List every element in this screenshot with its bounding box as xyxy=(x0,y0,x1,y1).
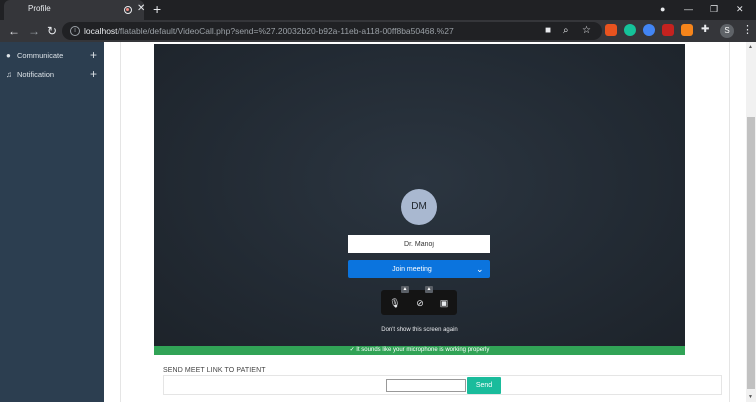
media-controls: 🎙 ▲ ⊘ ▲ ▣ xyxy=(381,286,457,315)
microphone-status-banner: ✓ It sounds like your microphone is work… xyxy=(154,346,685,355)
extensions-icon[interactable]: ✚ xyxy=(701,24,709,36)
extension-4-icon[interactable] xyxy=(662,24,674,36)
reload-icon[interactable]: ↻ xyxy=(47,23,57,39)
sidebar-item-communicate[interactable]: ● Communicate + xyxy=(0,47,104,65)
extension-1-icon[interactable] xyxy=(605,24,617,36)
join-meeting-label: Join meeting xyxy=(392,266,432,273)
chat-icon: ● xyxy=(6,51,11,60)
dont-show-again-link[interactable]: Don't show this screen again xyxy=(154,327,685,333)
browser-tab-strip: Profile ✕ + ● — ❐ ✕ xyxy=(0,0,756,20)
tab-title: Profile xyxy=(28,4,51,13)
close-window-button[interactable]: ✕ xyxy=(736,3,744,15)
background-icon[interactable]: ▣ xyxy=(436,296,452,310)
site-info-icon[interactable]: i xyxy=(70,26,80,36)
minimize-button[interactable]: — xyxy=(684,3,693,15)
metamask-icon[interactable] xyxy=(681,24,693,36)
expand-icon[interactable]: + xyxy=(90,67,97,81)
microphone-icon[interactable]: 🎙 xyxy=(387,296,403,310)
send-link-row: Send xyxy=(163,375,722,395)
patient-link-input[interactable] xyxy=(386,379,466,392)
new-tab-button[interactable]: + xyxy=(153,1,161,17)
scroll-down-icon[interactable]: ▼ xyxy=(748,394,753,400)
star-icon[interactable]: ☆ xyxy=(582,25,591,37)
sidebar-item-notification[interactable]: ♫ Notification + xyxy=(0,66,104,84)
extension-3-icon[interactable] xyxy=(643,24,655,36)
send-button[interactable]: Send xyxy=(467,377,501,394)
url-host: localhost xyxy=(84,26,118,36)
page-scrollbar[interactable]: ▲ ▼ xyxy=(746,42,756,402)
grammarly-icon[interactable] xyxy=(624,24,636,36)
display-name-input[interactable] xyxy=(348,235,490,253)
address-bar[interactable]: i localhost/flatable/default/VideoCall.p… xyxy=(62,22,602,40)
send-link-title: SEND MEET LINK TO PATIENT xyxy=(163,367,266,374)
join-meeting-button[interactable]: Join meeting ⌄ xyxy=(348,260,490,278)
tab-close-icon[interactable]: ✕ xyxy=(137,3,145,15)
scrollbar-thumb[interactable] xyxy=(747,117,755,389)
back-icon[interactable]: ← xyxy=(8,23,20,39)
avatar: DM xyxy=(401,189,437,225)
camera-off-icon[interactable]: ⊘ xyxy=(412,296,428,310)
restore-button[interactable]: ❐ xyxy=(710,3,718,15)
meeting-prejoin-panel: DM Join meeting ⌄ 🎙 ▲ ⊘ ▲ ▣ Don't show t… xyxy=(154,44,685,347)
scroll-up-icon[interactable]: ▲ xyxy=(748,44,753,50)
profile-avatar[interactable]: S xyxy=(720,24,734,38)
browser-toolbar: ← → ↻ i localhost/flatable/default/Video… xyxy=(0,20,756,42)
sidebar-item-label: Communicate xyxy=(17,51,64,60)
camera-options-icon[interactable]: ▲ xyxy=(425,286,433,293)
main-content: DM Join meeting ⌄ 🎙 ▲ ⊘ ▲ ▣ Don't show t… xyxy=(104,42,746,402)
mic-options-icon[interactable]: ▲ xyxy=(401,286,409,293)
zoom-icon[interactable]: ⌕ xyxy=(563,25,569,37)
expand-icon[interactable]: + xyxy=(90,48,97,62)
tab-search-icon[interactable]: ● xyxy=(660,3,665,15)
menu-icon[interactable]: ⋮ xyxy=(742,23,753,37)
video-call-card: DM Join meeting ⌄ 🎙 ▲ ⊘ ▲ ▣ Don't show t… xyxy=(120,42,730,402)
recording-indicator-icon xyxy=(124,6,132,14)
browser-tab[interactable]: Profile ✕ xyxy=(4,0,145,20)
chevron-down-icon[interactable]: ⌄ xyxy=(476,263,484,275)
url-text[interactable]: localhost/flatable/default/VideoCall.php… xyxy=(84,26,454,36)
sidebar: ● Communicate + ♫ Notification + xyxy=(0,42,104,402)
forward-icon[interactable]: → xyxy=(28,23,40,39)
sidebar-item-label: Notification xyxy=(17,70,55,79)
bell-icon: ♫ xyxy=(6,70,12,79)
camera-icon[interactable]: ■ xyxy=(545,25,551,37)
url-path: /flatable/default/VideoCall.php?send=%27… xyxy=(117,26,454,36)
